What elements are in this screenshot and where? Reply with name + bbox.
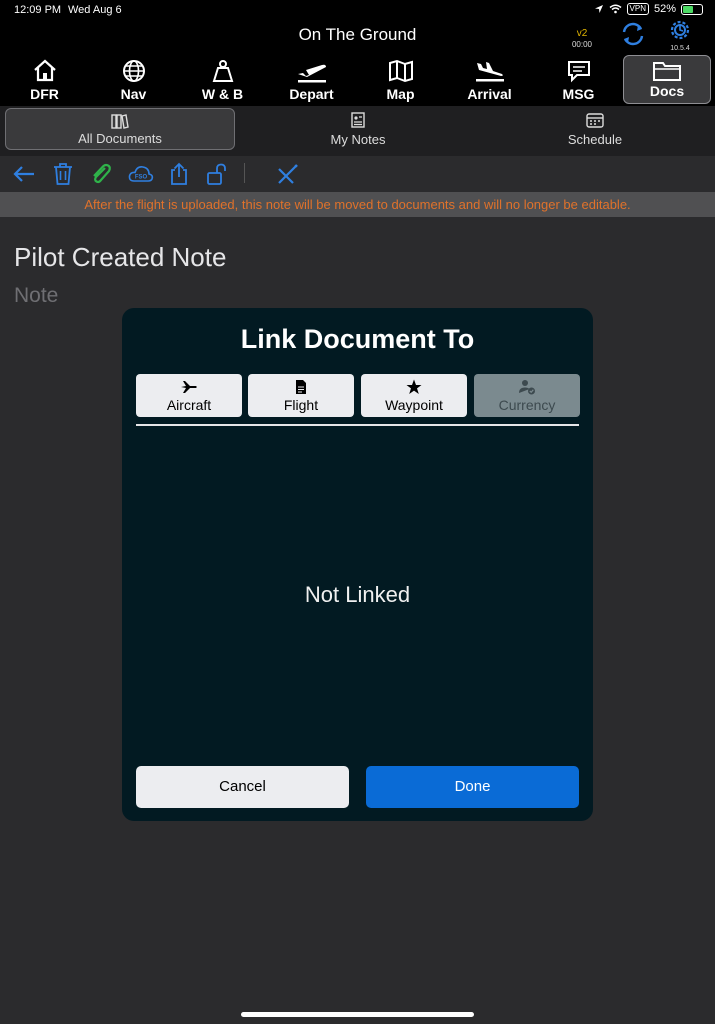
nav-label: Arrival	[467, 86, 512, 102]
nav-label: DFR	[30, 86, 59, 102]
unlink-button[interactable]	[276, 162, 300, 186]
nav-docs[interactable]: Docs	[623, 55, 711, 104]
note-title[interactable]: Pilot Created Note	[14, 242, 226, 273]
nav-msg[interactable]: MSG	[534, 56, 623, 106]
battery-charging-icon	[681, 3, 703, 15]
dialog-divider	[136, 424, 579, 426]
sync-icon	[622, 22, 644, 46]
wifi-icon	[609, 4, 621, 14]
folder-icon	[653, 62, 681, 81]
cancel-button[interactable]: Cancel	[136, 766, 349, 808]
nav-depart[interactable]: Depart	[267, 56, 356, 106]
battery-percent: 52%	[653, 3, 676, 15]
dialog-title: Link Document To	[240, 324, 475, 354]
unlock-icon	[207, 163, 226, 185]
tab-label: My Notes	[330, 132, 386, 147]
attach-button[interactable]	[89, 162, 113, 186]
link-document-dialog: Link Document To Aircraft Flight Waypoin…	[122, 308, 593, 821]
sync-button[interactable]	[619, 20, 647, 48]
tab-label: Schedule	[567, 132, 623, 147]
nav-nav[interactable]: Nav	[89, 56, 178, 106]
nav-label: Docs	[649, 83, 685, 99]
main-nav: DFR Nav W & B Depart Map Arrival MSG Doc…	[0, 55, 715, 106]
timer-label: 00:00	[571, 40, 593, 49]
share-button[interactable]	[167, 162, 191, 186]
link-aircraft-button[interactable]: Aircraft	[136, 374, 242, 417]
status-date: Wed Aug 6	[68, 4, 122, 16]
tab-all-documents[interactable]: All Documents	[5, 108, 235, 150]
nav-label: Depart	[289, 86, 334, 102]
note-toolbar: FSO	[0, 156, 715, 192]
star-icon	[406, 379, 422, 394]
version-label: v2	[576, 28, 588, 39]
link-option-label: Currency	[498, 397, 556, 413]
fso-cloud-icon: FSO	[128, 166, 154, 182]
fso-upload-button[interactable]: FSO	[128, 162, 154, 186]
link-currency-button[interactable]: Currency	[474, 374, 580, 417]
done-button[interactable]: Done	[366, 766, 579, 808]
status-indicators: VPN 52%	[594, 3, 703, 15]
map-icon	[388, 59, 413, 83]
share-icon	[171, 162, 187, 185]
upload-warning-banner: After the flight is uploaded, this note …	[0, 192, 715, 217]
link-option-label: Flight	[283, 397, 319, 413]
plane-takeoff-icon	[297, 64, 326, 83]
link-status-text: Not Linked	[304, 582, 411, 607]
weight-icon	[212, 60, 233, 82]
trash-icon	[54, 163, 72, 185]
paperclip-icon	[93, 163, 111, 184]
nav-label: MSG	[562, 86, 595, 102]
link-waypoint-button[interactable]: Waypoint	[361, 374, 467, 417]
globe-icon	[122, 60, 145, 82]
note-body[interactable]: Note	[14, 284, 58, 308]
nav-arrival[interactable]: Arrival	[445, 56, 534, 106]
link-option-label: Aircraft	[166, 397, 212, 413]
document-icon	[296, 380, 306, 394]
back-button[interactable]	[12, 162, 36, 186]
delete-button[interactable]	[51, 162, 75, 186]
app-version-label: 10.5.4	[670, 45, 690, 52]
airplane-icon	[181, 381, 197, 393]
home-indicator[interactable]	[241, 1012, 474, 1017]
disconnect-icon	[278, 164, 298, 184]
location-arrow-icon	[594, 5, 603, 13]
nav-label: Nav	[120, 86, 147, 102]
tab-my-notes[interactable]: My Notes	[243, 108, 473, 150]
tab-label: All Documents	[78, 131, 162, 146]
plane-landing-icon	[475, 62, 504, 82]
fso-text: FSO	[135, 175, 148, 181]
nav-map[interactable]: Map	[356, 56, 445, 106]
tab-schedule[interactable]: Schedule	[480, 108, 710, 150]
gear-icon	[670, 20, 690, 40]
message-icon	[567, 61, 590, 83]
nav-weight-balance[interactable]: W & B	[178, 56, 267, 106]
documents-segment-bar: All Documents My Notes Schedule	[0, 106, 715, 156]
flight-state-title: On The Ground	[298, 25, 417, 44]
link-option-label: Waypoint	[385, 397, 443, 413]
calendar-icon	[586, 113, 604, 128]
nav-label: Map	[386, 86, 415, 102]
library-icon	[111, 114, 129, 129]
notes-icon	[351, 112, 365, 128]
nav-label: W & B	[201, 86, 244, 102]
status-time: 12:09 PM	[14, 4, 62, 16]
settings-button[interactable]: 10.5.4	[666, 18, 694, 52]
back-arrow-icon	[13, 166, 34, 182]
version-timer-badge[interactable]: v2 00:00	[570, 28, 594, 50]
nav-dfr[interactable]: DFR	[0, 56, 89, 106]
link-flight-button[interactable]: Flight	[248, 374, 354, 417]
lock-toggle-button[interactable]	[205, 162, 229, 186]
toolbar-divider	[244, 163, 245, 183]
app-header: On The Ground v2 00:00 10.5.4 DFR Nav W …	[0, 20, 715, 106]
status-bar: 12:09 PM Wed Aug 6 VPN 52%	[0, 0, 715, 20]
person-check-icon	[519, 380, 535, 395]
home-icon	[33, 59, 56, 82]
vpn-badge: VPN	[626, 3, 649, 15]
